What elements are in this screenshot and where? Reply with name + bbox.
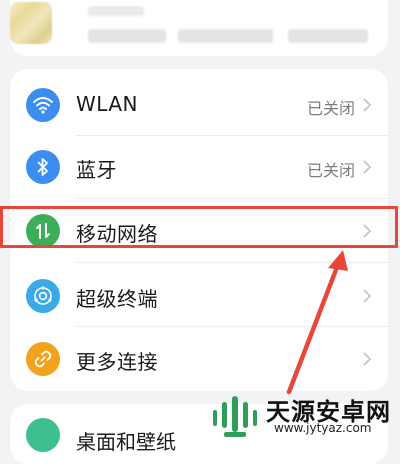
watermark-url: www.jytyaz.com: [274, 421, 372, 435]
annotation-arrow: [286, 250, 348, 395]
brand-logo-icon: [213, 396, 257, 437]
watermark: 天源安卓网 www.jytyaz.com: [210, 388, 400, 443]
